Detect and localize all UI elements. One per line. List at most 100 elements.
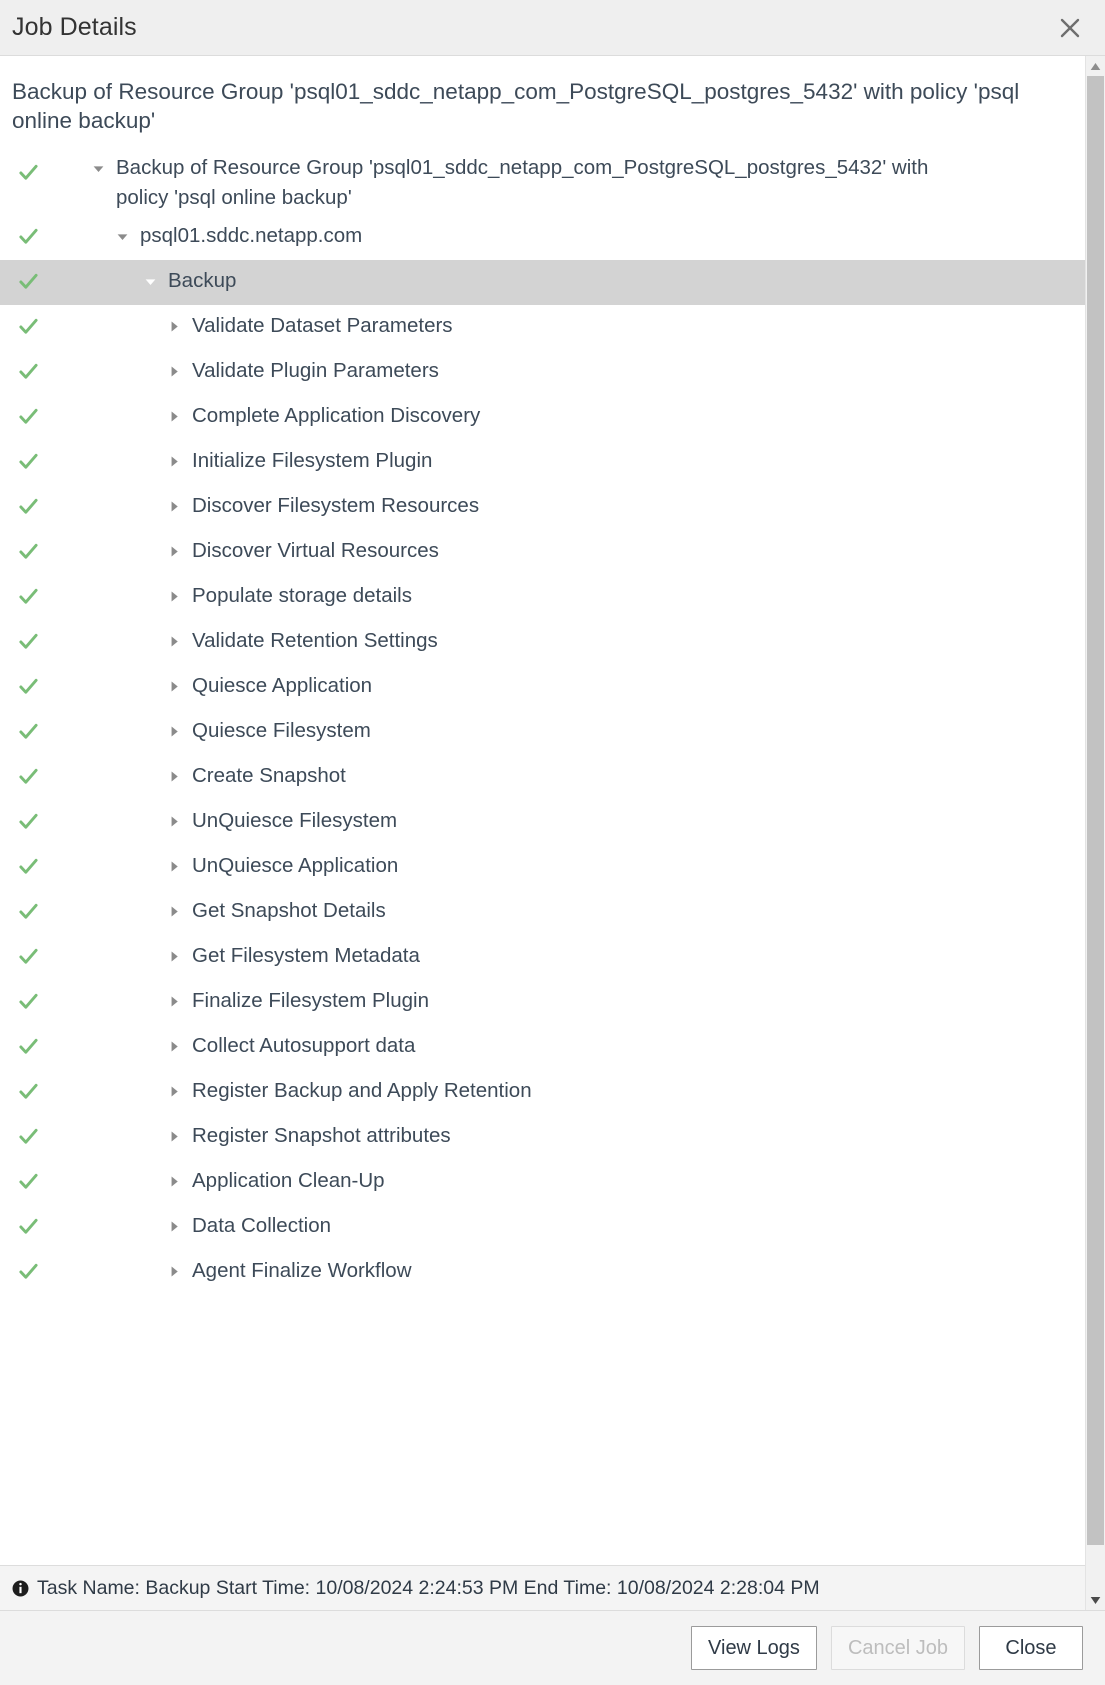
tree-row-task[interactable]: Agent Finalize Workflow: [0, 1250, 1085, 1295]
chevron-right-icon[interactable]: [168, 671, 190, 701]
tree-row-task[interactable]: Application Clean-Up: [0, 1160, 1085, 1205]
tree-node-label: Register Backup and Apply Retention: [190, 1076, 532, 1106]
tree-row-task[interactable]: Complete Application Discovery: [0, 395, 1085, 440]
chevron-right-icon[interactable]: [168, 1211, 190, 1241]
tree-row-root[interactable]: Backup of Resource Group 'psql01_sddc_ne…: [0, 141, 1085, 215]
tree-row-task[interactable]: Create Snapshot: [0, 755, 1085, 800]
tree-node-label: UnQuiesce Application: [190, 851, 398, 881]
chevron-right-icon[interactable]: [168, 446, 190, 476]
view-logs-button[interactable]: View Logs: [691, 1626, 817, 1670]
label-cell: Register Backup and Apply Retention: [168, 1070, 1085, 1106]
tree-row-backup-group[interactable]: Backup: [0, 260, 1085, 305]
page-title: Job Details: [12, 13, 137, 42]
tree-node-label: Discover Virtual Resources: [190, 536, 439, 566]
job-tree-scroll-area[interactable]: Backup of Resource Group 'psql01_sddc_ne…: [0, 56, 1085, 1565]
tree-node-label: Collect Autosupport data: [190, 1031, 415, 1061]
chevron-down-icon[interactable]: [144, 266, 166, 296]
tree-row-task[interactable]: UnQuiesce Application: [0, 845, 1085, 890]
scrollbar-track[interactable]: [1086, 76, 1105, 1590]
scrollbar-thumb[interactable]: [1087, 76, 1104, 1545]
tree-node-label: Validate Dataset Parameters: [190, 311, 453, 341]
success-check-icon: [19, 163, 38, 182]
tree-row-task[interactable]: Populate storage details: [0, 575, 1085, 620]
dialog-titlebar: Job Details: [0, 0, 1105, 56]
chevron-up-icon: [1090, 62, 1101, 71]
chevron-right-icon[interactable]: [168, 1121, 190, 1151]
tree-row-task[interactable]: Validate Plugin Parameters: [0, 350, 1085, 395]
status-cell: [0, 800, 56, 831]
status-cell: [0, 1205, 56, 1236]
tree-row-task[interactable]: Register Backup and Apply Retention: [0, 1070, 1085, 1115]
scroll-up-button[interactable]: [1086, 56, 1105, 76]
job-details-dialog: Job Details Backup of Resource Group 'ps…: [0, 0, 1105, 1685]
chevron-right-icon[interactable]: [168, 356, 190, 386]
vertical-scrollbar[interactable]: [1085, 56, 1105, 1610]
tree-row-task[interactable]: Data Collection: [0, 1205, 1085, 1250]
chevron-right-icon[interactable]: [168, 1031, 190, 1061]
chevron-right-icon[interactable]: [168, 806, 190, 836]
tree-row-task[interactable]: Discover Virtual Resources: [0, 530, 1085, 575]
tree-row-task[interactable]: UnQuiesce Filesystem: [0, 800, 1085, 845]
success-check-icon: [19, 677, 38, 696]
chevron-right-icon[interactable]: [168, 851, 190, 881]
tree-row-task[interactable]: Validate Retention Settings: [0, 620, 1085, 665]
tree-row-task[interactable]: Finalize Filesystem Plugin: [0, 980, 1085, 1025]
chevron-right-icon[interactable]: [168, 581, 190, 611]
chevron-right-icon[interactable]: [168, 626, 190, 656]
tree-node-label: UnQuiesce Filesystem: [190, 806, 397, 836]
tree-node-label: Backup of Resource Group 'psql01_sddc_ne…: [114, 153, 954, 213]
chevron-right-icon[interactable]: [168, 401, 190, 431]
chevron-right-icon[interactable]: [168, 761, 190, 791]
chevron-down-icon[interactable]: [92, 153, 114, 183]
dialog-footer: View Logs Cancel Job Close: [0, 1610, 1105, 1685]
tree-node-label: Complete Application Discovery: [190, 401, 480, 431]
label-cell: Finalize Filesystem Plugin: [168, 980, 1085, 1016]
success-check-icon: [19, 1127, 38, 1146]
label-cell: Create Snapshot: [168, 755, 1085, 791]
chevron-right-icon[interactable]: [168, 1076, 190, 1106]
success-check-icon: [19, 857, 38, 876]
tree-node-label: Discover Filesystem Resources: [190, 491, 479, 521]
status-cell: [0, 1250, 56, 1281]
chevron-right-icon[interactable]: [168, 311, 190, 341]
close-button[interactable]: Close: [979, 1626, 1083, 1670]
success-check-icon: [19, 497, 38, 516]
success-check-icon: [19, 452, 38, 471]
close-icon[interactable]: [1053, 11, 1087, 45]
tree-row-task[interactable]: Get Snapshot Details: [0, 890, 1085, 935]
tree-row-host[interactable]: psql01.sddc.netapp.com: [0, 215, 1085, 260]
chevron-right-icon[interactable]: [168, 986, 190, 1016]
chevron-down-icon[interactable]: [116, 221, 138, 251]
tree-row-task[interactable]: Collect Autosupport data: [0, 1025, 1085, 1070]
tree-row-task[interactable]: Validate Dataset Parameters: [0, 305, 1085, 350]
tree-row-task[interactable]: Register Snapshot attributes: [0, 1115, 1085, 1160]
chevron-right-icon[interactable]: [168, 1166, 190, 1196]
scroll-down-button[interactable]: [1086, 1590, 1105, 1610]
chevron-right-icon[interactable]: [168, 716, 190, 746]
chevron-right-icon[interactable]: [168, 491, 190, 521]
tree-row-task[interactable]: Quiesce Filesystem: [0, 710, 1085, 755]
label-cell: Backup: [144, 260, 1085, 296]
job-heading: Backup of Resource Group 'psql01_sddc_ne…: [0, 56, 1085, 141]
label-cell: Validate Plugin Parameters: [168, 350, 1085, 386]
status-cell: [0, 755, 56, 786]
tree-row-task[interactable]: Discover Filesystem Resources: [0, 485, 1085, 530]
status-cell: [0, 260, 56, 291]
chevron-right-icon[interactable]: [168, 536, 190, 566]
tree-row-task[interactable]: Initialize Filesystem Plugin: [0, 440, 1085, 485]
tree-node-label: Quiesce Filesystem: [190, 716, 371, 746]
status-cell: [0, 1025, 56, 1056]
label-cell: psql01.sddc.netapp.com: [116, 215, 1085, 251]
chevron-right-icon[interactable]: [168, 896, 190, 926]
status-cell: [0, 215, 56, 246]
label-cell: Quiesce Filesystem: [168, 710, 1085, 746]
chevron-right-icon[interactable]: [168, 941, 190, 971]
tree-row-task[interactable]: Quiesce Application: [0, 665, 1085, 710]
tree-node-label: Validate Retention Settings: [190, 626, 438, 656]
chevron-right-icon[interactable]: [168, 1256, 190, 1286]
status-bar-text: Task Name: Backup Start Time: 10/08/2024…: [37, 1577, 820, 1600]
success-check-icon: [19, 227, 38, 246]
info-icon: [12, 1580, 29, 1597]
label-cell: Discover Filesystem Resources: [168, 485, 1085, 521]
tree-row-task[interactable]: Get Filesystem Metadata: [0, 935, 1085, 980]
